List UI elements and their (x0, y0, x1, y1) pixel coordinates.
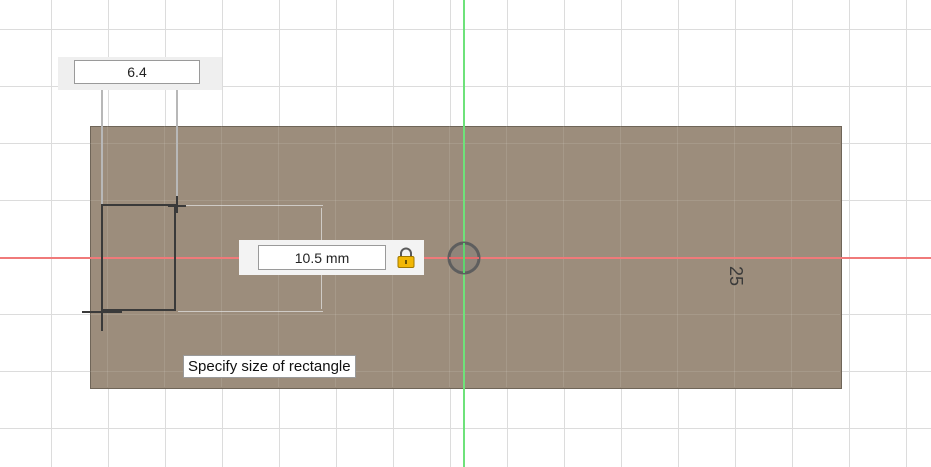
width-dimension-input[interactable] (74, 60, 200, 84)
dimension-label: 25 (726, 265, 746, 287)
height-extension-line-top (178, 205, 323, 206)
width-extension-line-left (101, 90, 103, 204)
corner-handle-top-right-v (176, 196, 178, 213)
width-extension-line-right (176, 90, 178, 204)
height-dimension-input[interactable] (258, 245, 386, 270)
height-extension-line-bottom (178, 311, 323, 312)
sketch-rectangle[interactable] (101, 204, 176, 311)
lock-icon[interactable] (396, 247, 416, 269)
corner-handle-bottom-left-v (101, 296, 103, 331)
tooltip: Specify size of rectangle (183, 355, 356, 378)
origin-point-icon[interactable] (446, 240, 482, 276)
y-axis-line (463, 0, 465, 467)
